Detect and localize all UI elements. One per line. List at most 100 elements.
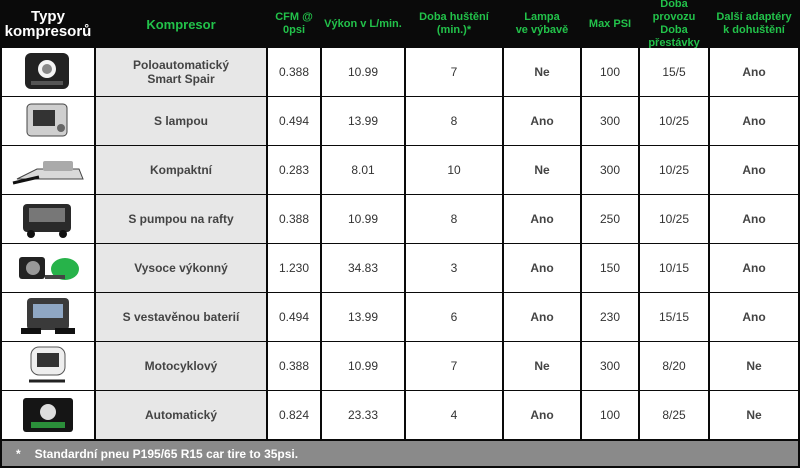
adapters-value: Ano [710, 97, 798, 145]
max-psi-value: 230 [582, 293, 638, 341]
cfm-value: 0.388 [268, 342, 320, 390]
product-image-cell [2, 146, 94, 194]
max-psi-value: 250 [582, 195, 638, 243]
lamp-value: Ano [504, 244, 580, 292]
adapters-value: Ano [710, 195, 798, 243]
lamp-value: Ano [504, 391, 580, 439]
cfm-value: 0.388 [268, 195, 320, 243]
table-row: Vysoce výkonný 1.230 34.83 3 Ano 150 10/15 Ano [2, 244, 798, 293]
motorcycle-compressor-icon [9, 343, 87, 390]
battery-compressor-icon [9, 294, 87, 341]
adapters-value: Ano [710, 48, 798, 96]
cfm-value: 0.388 [268, 48, 320, 96]
max-psi-value: 300 [582, 342, 638, 390]
flow-value: 10.99 [322, 48, 404, 96]
lamp-value: Ano [504, 293, 580, 341]
table-row: S pumpou na rafty 0.388 10.99 8 Ano 250 10/25 A… [2, 195, 798, 244]
compressor-with-lamp-icon [9, 98, 87, 145]
table-row: Motocyklový 0.388 10.99 7 Ne 300 8/20 Ne [2, 342, 798, 391]
product-image-cell [2, 293, 94, 341]
header-adapters: Další adaptéry k dohuštění [716, 11, 792, 36]
lamp-value: Ano [504, 97, 580, 145]
compressor-name: S lampou [96, 97, 266, 145]
lamp-value: Ne [504, 48, 580, 96]
compressor-name: Poloautomatický Smart Spair [96, 48, 266, 96]
automatic-compressor-icon [9, 392, 87, 439]
inflate-time-value: 3 [406, 244, 502, 292]
product-image-cell [2, 195, 94, 243]
adapters-value: Ne [710, 391, 798, 439]
duty-value: 10/25 [640, 195, 708, 243]
flow-value: 13.99 [322, 293, 404, 341]
adapters-value: Ano [710, 293, 798, 341]
cfm-value: 1.230 [268, 244, 320, 292]
table-row: Poloautomatický Smart Spair 0.388 10.99 7 Ne… [2, 48, 798, 97]
table-row: S lampou 0.494 13.99 8 Ano 300 10/25 Ano [2, 97, 798, 146]
duty-value: 15/15 [640, 293, 708, 341]
inflate-time-value: 4 [406, 391, 502, 439]
compressor-name: S vestavěnou baterií [96, 293, 266, 341]
cfm-value: 0.494 [268, 293, 320, 341]
product-image-cell [2, 342, 94, 390]
product-image-cell [2, 97, 94, 145]
compressor-name: Motocyklový [96, 342, 266, 390]
cfm-value: 0.824 [268, 391, 320, 439]
header-compressor: Kompresor [146, 16, 216, 32]
comparison-table: Typy kompresorů Kompresor CFM @ 0psi Výk… [0, 0, 800, 468]
lamp-value: Ano [504, 195, 580, 243]
compressor-name: Vysoce výkonný [96, 244, 266, 292]
footnote-text: Standardní pneu P195/65 R15 car tire to … [34, 446, 299, 461]
header-type: Typy kompresorů [4, 8, 92, 40]
inflate-time-value: 6 [406, 293, 502, 341]
raft-pump-compressor-icon [9, 196, 87, 243]
adapters-value: Ano [710, 244, 798, 292]
product-image-cell [2, 244, 94, 292]
table-row: Automatický 0.824 23.33 4 Ano 100 8/25 Ne [2, 391, 798, 440]
cfm-value: 0.494 [268, 97, 320, 145]
adapters-value: Ano [710, 146, 798, 194]
duty-value: 10/25 [640, 146, 708, 194]
compressor-name: Kompaktní [96, 146, 266, 194]
header-lamp: Lampa ve výbavě [515, 11, 569, 36]
product-image-cell [2, 391, 94, 439]
inflate-time-value: 10 [406, 146, 502, 194]
table-body: Poloautomatický Smart Spair 0.388 10.99 7 Ne… [2, 48, 798, 440]
duty-value: 10/15 [640, 244, 708, 292]
inflate-time-value: 7 [406, 342, 502, 390]
max-psi-value: 150 [582, 244, 638, 292]
duty-value: 15/5 [640, 48, 708, 96]
lamp-value: Ne [504, 146, 580, 194]
table-footnote: * Standardní pneu P195/65 R15 car tire t… [2, 441, 798, 466]
lamp-value: Ne [504, 342, 580, 390]
duty-value: 10/25 [640, 97, 708, 145]
high-power-compressor-icon [9, 245, 87, 292]
adapters-value: Ne [710, 342, 798, 390]
compressor-smart-spair-icon [9, 49, 87, 96]
duty-value: 8/20 [640, 342, 708, 390]
cfm-value: 0.283 [268, 146, 320, 194]
inflate-time-value: 7 [406, 48, 502, 96]
inflate-time-value: 8 [406, 97, 502, 145]
flow-value: 34.83 [322, 244, 404, 292]
duty-value: 8/25 [640, 391, 708, 439]
header-inflate-time: Doba huštění (min.)* [419, 11, 489, 36]
inflate-time-value: 8 [406, 195, 502, 243]
table-header: Typy kompresorů Kompresor CFM @ 0psi Výk… [0, 0, 800, 49]
flow-value: 10.99 [322, 342, 404, 390]
flow-value: 23.33 [322, 391, 404, 439]
header-duty: Doba provozu Doba přestávky [648, 0, 700, 49]
table-row: Kompaktní 0.283 8.01 10 Ne 300 10/25 Ano [2, 146, 798, 195]
header-max-psi: Max PSI [588, 17, 632, 30]
compressor-name: Automatický [96, 391, 266, 439]
flow-value: 13.99 [322, 97, 404, 145]
max-psi-value: 300 [582, 97, 638, 145]
max-psi-value: 300 [582, 146, 638, 194]
footnote-star: * [16, 446, 21, 461]
flow-value: 10.99 [322, 195, 404, 243]
header-cfm: CFM @ 0psi [275, 11, 313, 36]
product-image-cell [2, 48, 94, 96]
max-psi-value: 100 [582, 391, 638, 439]
compact-compressor-icon [9, 147, 87, 194]
header-flow: Výkon v L/min. [324, 17, 402, 30]
max-psi-value: 100 [582, 48, 638, 96]
